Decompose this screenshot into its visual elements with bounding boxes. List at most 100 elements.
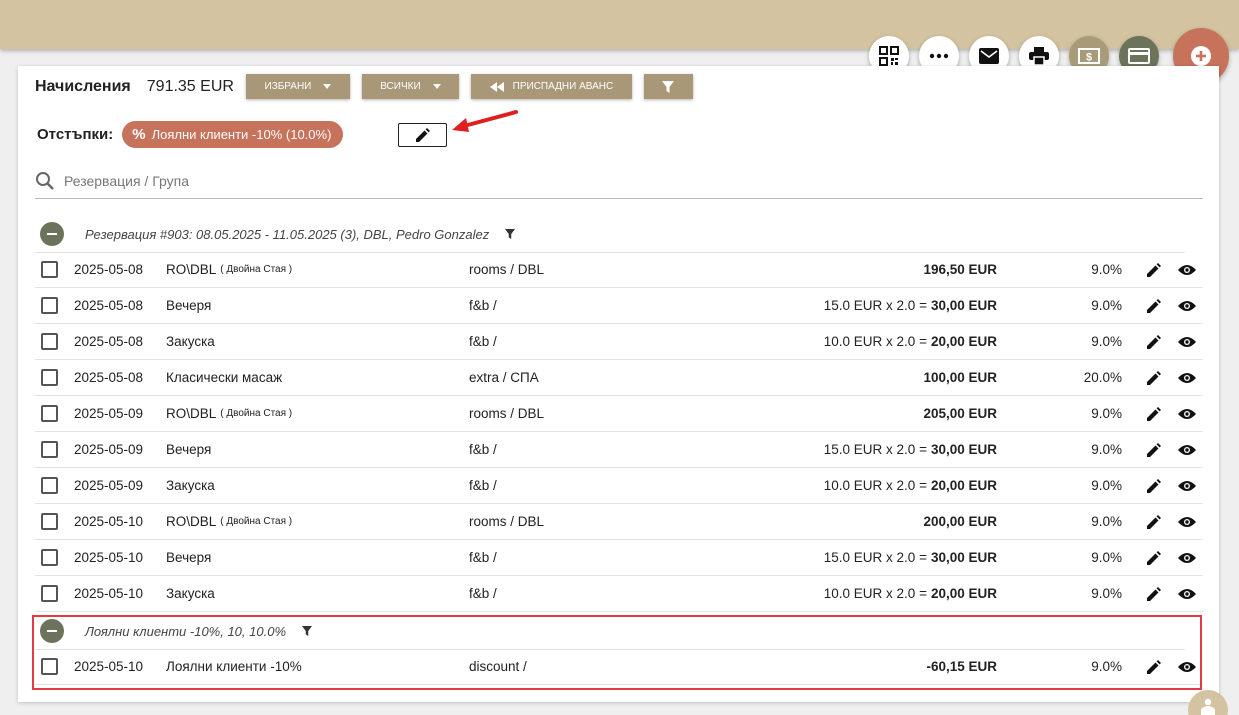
row-checkbox[interactable] — [41, 513, 58, 530]
row-checkbox[interactable] — [41, 477, 58, 494]
red-arrow-annotation — [452, 110, 518, 132]
table-row: 2025-05-10 RO\DBL( Двойна Стая ) rooms / D… — [35, 504, 1203, 540]
room-type-note: ( Двойна Стая ) — [220, 264, 293, 275]
row-checkbox[interactable] — [41, 333, 58, 350]
view-row-button[interactable] — [1177, 360, 1197, 395]
edit-row-button[interactable] — [1145, 324, 1163, 359]
charge-quantity: 10.0 EUR x 2.0 = — [823, 478, 927, 493]
charge-category: f&b / — [469, 586, 497, 601]
charge-vat: 9.0% — [1091, 514, 1122, 529]
edit-row-button[interactable] — [1145, 468, 1163, 503]
row-checkbox[interactable] — [41, 549, 58, 566]
person-icon — [1201, 698, 1215, 715]
charge-name: Вечеря — [166, 442, 212, 457]
edit-row-button[interactable] — [1145, 504, 1163, 539]
edit-row-button[interactable] — [1145, 432, 1163, 467]
charge-name: Закуска — [166, 334, 215, 349]
charge-quantity: 10.0 EUR x 2.0 = — [823, 334, 927, 349]
charge-quantity: 10.0 EUR x 2.0 = — [823, 586, 927, 601]
row-checkbox[interactable] — [41, 405, 58, 422]
rewind-icon — [489, 81, 504, 92]
view-row-button[interactable] — [1177, 576, 1197, 611]
edit-row-button[interactable] — [1145, 396, 1163, 431]
pencil-icon — [1147, 370, 1161, 385]
eye-icon — [1178, 552, 1196, 563]
charge-quantity: 15.0 EUR x 2.0 = — [823, 298, 927, 313]
all-dropdown-button[interactable]: ВСИЧКИ — [361, 74, 459, 99]
view-row-button[interactable] — [1177, 288, 1197, 323]
room-type-note: ( Двойна Стая ) — [220, 408, 293, 419]
charge-name: RO\DBL — [166, 406, 217, 421]
charge-date: 2025-05-10 — [74, 514, 144, 529]
edit-row-button[interactable] — [1145, 252, 1163, 287]
charge-amount: 200,00 EUR — [923, 514, 997, 529]
charge-category: f&b / — [469, 298, 497, 313]
view-row-button[interactable] — [1177, 432, 1197, 467]
filter-icon[interactable] — [505, 229, 516, 239]
eye-icon — [1178, 372, 1196, 383]
search-bar — [35, 164, 1203, 199]
edit-row-button[interactable] — [1145, 288, 1163, 323]
row-checkbox[interactable] — [41, 441, 58, 458]
table-row: 2025-05-10 Закуска f&b / 10.0 EUR x 2.0 = 20… — [35, 576, 1203, 612]
view-row-button[interactable] — [1177, 324, 1197, 359]
charge-vat: 20.0% — [1083, 370, 1122, 385]
filter-button[interactable] — [643, 74, 693, 99]
deduct-advance-label: ПРИСПАДНИ АВАНС — [512, 81, 614, 92]
charge-name-cell: Класически масаж — [166, 360, 286, 395]
row-checkbox[interactable] — [41, 297, 58, 314]
charges-card: Начисления 791.35 EUR ИЗБРАНИ ВСИЧКИ ПРИ… — [18, 66, 1219, 702]
highlight-annotation — [32, 615, 1202, 690]
charge-category: f&b / — [469, 550, 497, 565]
charge-amount-cell: 15.0 EUR x 2.0 = 30,00 EUR — [824, 288, 997, 323]
room-type-note: ( Двойна Стая ) — [220, 516, 293, 527]
charge-vat: 9.0% — [1091, 406, 1122, 421]
charge-amount-cell: 10.0 EUR x 2.0 = 20,00 EUR — [824, 324, 997, 359]
charge-name: Закуска — [166, 478, 215, 493]
charge-category: rooms / DBL — [469, 262, 545, 277]
view-row-button[interactable] — [1177, 252, 1197, 287]
view-row-button[interactable] — [1177, 396, 1197, 431]
charge-amount: 20,00 EUR — [930, 586, 997, 601]
edit-row-button[interactable] — [1145, 360, 1163, 395]
pencil-icon — [1147, 406, 1161, 421]
search-icon — [36, 172, 54, 190]
pencil-icon — [415, 128, 430, 142]
charges-header: Начисления 791.35 EUR ИЗБРАНИ ВСИЧКИ ПРИ… — [35, 74, 693, 99]
discount-chip[interactable]: % Лоялни клиенти -10% (10.0%) — [122, 121, 344, 148]
charge-category: f&b / — [469, 478, 497, 493]
mail-icon — [979, 48, 999, 64]
qr-code-icon — [879, 46, 899, 66]
view-row-button[interactable] — [1177, 540, 1197, 575]
charge-date: 2025-05-09 — [74, 442, 144, 457]
deduct-advance-button[interactable]: ПРИСПАДНИ АВАНС — [470, 74, 632, 99]
charge-category: f&b / — [469, 334, 497, 349]
charge-name-cell: RO\DBL( Двойна Стая ) — [166, 396, 292, 431]
charge-amount-cell: 15.0 EUR x 2.0 = 30,00 EUR — [824, 540, 997, 575]
charge-amount: 205,00 EUR — [923, 406, 997, 421]
credit-card-icon — [1128, 48, 1150, 64]
view-row-button[interactable] — [1177, 504, 1197, 539]
charge-date: 2025-05-08 — [74, 370, 144, 385]
row-checkbox[interactable] — [41, 261, 58, 278]
pencil-icon — [1147, 298, 1161, 313]
search-input[interactable] — [64, 173, 464, 189]
selected-dropdown-button[interactable]: ИЗБРАНИ — [245, 74, 350, 99]
table-row: 2025-05-08 Закуска f&b / 10.0 EUR x 2.0 = 20… — [35, 324, 1203, 360]
charge-date: 2025-05-10 — [74, 586, 144, 601]
view-row-button[interactable] — [1177, 468, 1197, 503]
charge-amount-cell: 196,50 EUR — [919, 252, 997, 287]
edit-row-button[interactable] — [1145, 540, 1163, 575]
row-checkbox[interactable] — [41, 585, 58, 602]
row-checkbox[interactable] — [41, 369, 58, 386]
table-row: 2025-05-09 RO\DBL( Двойна Стая ) rooms / D… — [35, 396, 1203, 432]
pencil-icon — [1147, 550, 1161, 565]
charge-name: Класически масаж — [166, 370, 283, 385]
discounts-section: Отстъпки: % Лоялни клиенти -10% (10.0%) — [37, 121, 344, 148]
edit-discounts-button[interactable] — [398, 123, 447, 147]
charge-amount: 30,00 EUR — [930, 442, 997, 457]
collapse-group-button[interactable] — [40, 222, 64, 246]
edit-row-button[interactable] — [1145, 576, 1163, 611]
printer-icon — [1029, 47, 1049, 65]
charge-amount-cell: 10.0 EUR x 2.0 = 20,00 EUR — [824, 468, 997, 503]
